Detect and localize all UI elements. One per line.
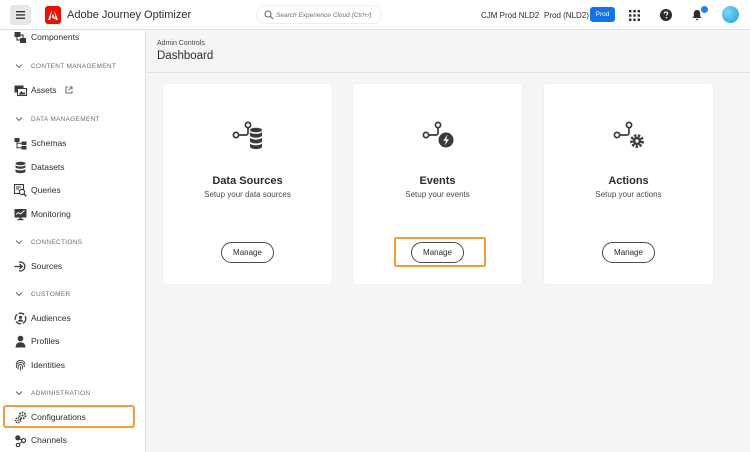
- avatar[interactable]: [722, 6, 739, 23]
- sidebar-item-label: Assets: [31, 85, 57, 95]
- section-administration[interactable]: ADMINISTRATION: [0, 385, 145, 401]
- card-subtitle: Setup your events: [405, 190, 470, 199]
- sidebar: Components CONTENT MANAGEMENT Assets DAT…: [0, 31, 146, 452]
- manage-events-button[interactable]: Manage: [411, 242, 464, 263]
- sidebar-item-profiles[interactable]: Profiles: [0, 330, 145, 352]
- section-label: CUSTOMER: [31, 290, 71, 298]
- chevron-down-icon: [15, 117, 23, 122]
- card-title: Actions: [608, 175, 649, 187]
- chevron-down-icon: [15, 64, 23, 69]
- selected-item-highlight: [3, 405, 135, 428]
- sidebar-item-audiences[interactable]: Audiences: [0, 307, 145, 329]
- search-icon: [264, 10, 274, 20]
- header-divider: [147, 72, 750, 73]
- section-label: DATA MANAGEMENT: [31, 115, 100, 123]
- assets-icon: [14, 85, 27, 96]
- schemas-icon: [14, 137, 27, 149]
- card-subtitle: Setup your actions: [595, 190, 662, 199]
- sidebar-item-label: Queries: [31, 185, 61, 195]
- section-label: CONNECTIONS: [31, 238, 83, 246]
- search-input[interactable]: [276, 9, 380, 21]
- queries-icon: [14, 183, 27, 197]
- section-customer[interactable]: CUSTOMER: [0, 286, 145, 302]
- card-subtitle: Setup your data sources: [204, 190, 291, 199]
- sidebar-item-identities[interactable]: Identities: [0, 354, 145, 376]
- manage-data-sources-button[interactable]: Manage: [221, 242, 274, 263]
- data-sources-icon: [232, 121, 262, 150]
- section-label: ADMINISTRATION: [31, 389, 91, 397]
- actions-icon: [613, 121, 644, 148]
- sources-icon: [14, 260, 26, 272]
- card-actions: Actions Setup your actions Manage: [544, 84, 713, 284]
- adobe-logo-icon[interactable]: [45, 6, 61, 24]
- sidebar-item-monitoring[interactable]: Monitoring: [0, 203, 145, 225]
- section-label: CONTENT MANAGEMENT: [31, 62, 117, 70]
- sandbox-name[interactable]: Prod (NLD2): [544, 11, 589, 20]
- sidebar-item-label: Profiles: [31, 336, 60, 346]
- sidebar-item-assets[interactable]: Assets: [0, 79, 145, 101]
- monitoring-icon: [14, 208, 27, 220]
- chevron-down-icon: [15, 391, 23, 396]
- sidebar-item-label: Audiences: [31, 313, 71, 323]
- profile-icon: [15, 335, 26, 347]
- env-badge[interactable]: Prod: [590, 7, 615, 22]
- fingerprint-icon: [15, 359, 26, 370]
- manage-actions-button[interactable]: Manage: [602, 242, 655, 263]
- sidebar-item-label: Schemas: [31, 138, 67, 148]
- search-box[interactable]: [256, 5, 382, 24]
- sidebar-item-datasets[interactable]: Datasets: [0, 156, 145, 178]
- sidebar-item-label: Sources: [31, 261, 63, 271]
- app-title[interactable]: Adobe Journey Optimizer: [67, 9, 191, 21]
- breadcrumb[interactable]: Admin Controls: [157, 40, 205, 47]
- card-title: Events: [419, 175, 456, 187]
- help-icon[interactable]: [658, 7, 674, 23]
- chevron-down-icon: [15, 292, 23, 297]
- sidebar-item-label: Monitoring: [31, 209, 71, 219]
- sidebar-item-queries[interactable]: Queries: [0, 179, 145, 201]
- card-data-sources: Data Sources Setup your data sources Man…: [163, 84, 332, 284]
- section-content-management[interactable]: CONTENT MANAGEMENT: [0, 58, 145, 74]
- events-icon: [422, 121, 454, 148]
- sidebar-item-sources[interactable]: Sources: [0, 255, 145, 277]
- external-link-icon: [65, 86, 73, 94]
- card-title: Data Sources: [212, 175, 283, 187]
- sidebar-item-label: Channels: [31, 435, 67, 445]
- top-bar: Adobe Journey Optimizer CJM Prod NLD2 Pr…: [0, 0, 750, 30]
- sidebar-item-components[interactable]: Components: [0, 31, 145, 48]
- channels-icon: [15, 434, 27, 447]
- audiences-icon: [14, 312, 27, 324]
- chevron-down-icon: [15, 240, 23, 245]
- hamburger-icon: [16, 11, 25, 19]
- components-icon: [14, 31, 26, 43]
- sidebar-item-label: Datasets: [31, 162, 65, 172]
- sidebar-item-channels[interactable]: Channels: [0, 429, 145, 451]
- apps-grid-icon[interactable]: [626, 7, 642, 23]
- org-name[interactable]: CJM Prod NLD2: [481, 11, 539, 20]
- hamburger-menu-button[interactable]: [10, 5, 31, 25]
- section-connections[interactable]: CONNECTIONS: [0, 234, 145, 250]
- sidebar-item-schemas[interactable]: Schemas: [0, 132, 145, 154]
- sidebar-item-label: Components: [31, 32, 80, 42]
- page-title: Dashboard: [157, 50, 214, 62]
- sidebar-item-label: Identities: [31, 360, 66, 370]
- datasets-icon: [15, 161, 26, 173]
- section-data-management[interactable]: DATA MANAGEMENT: [0, 111, 145, 127]
- notification-dot: [701, 6, 708, 13]
- card-events: Events Setup your events Manage: [353, 84, 522, 284]
